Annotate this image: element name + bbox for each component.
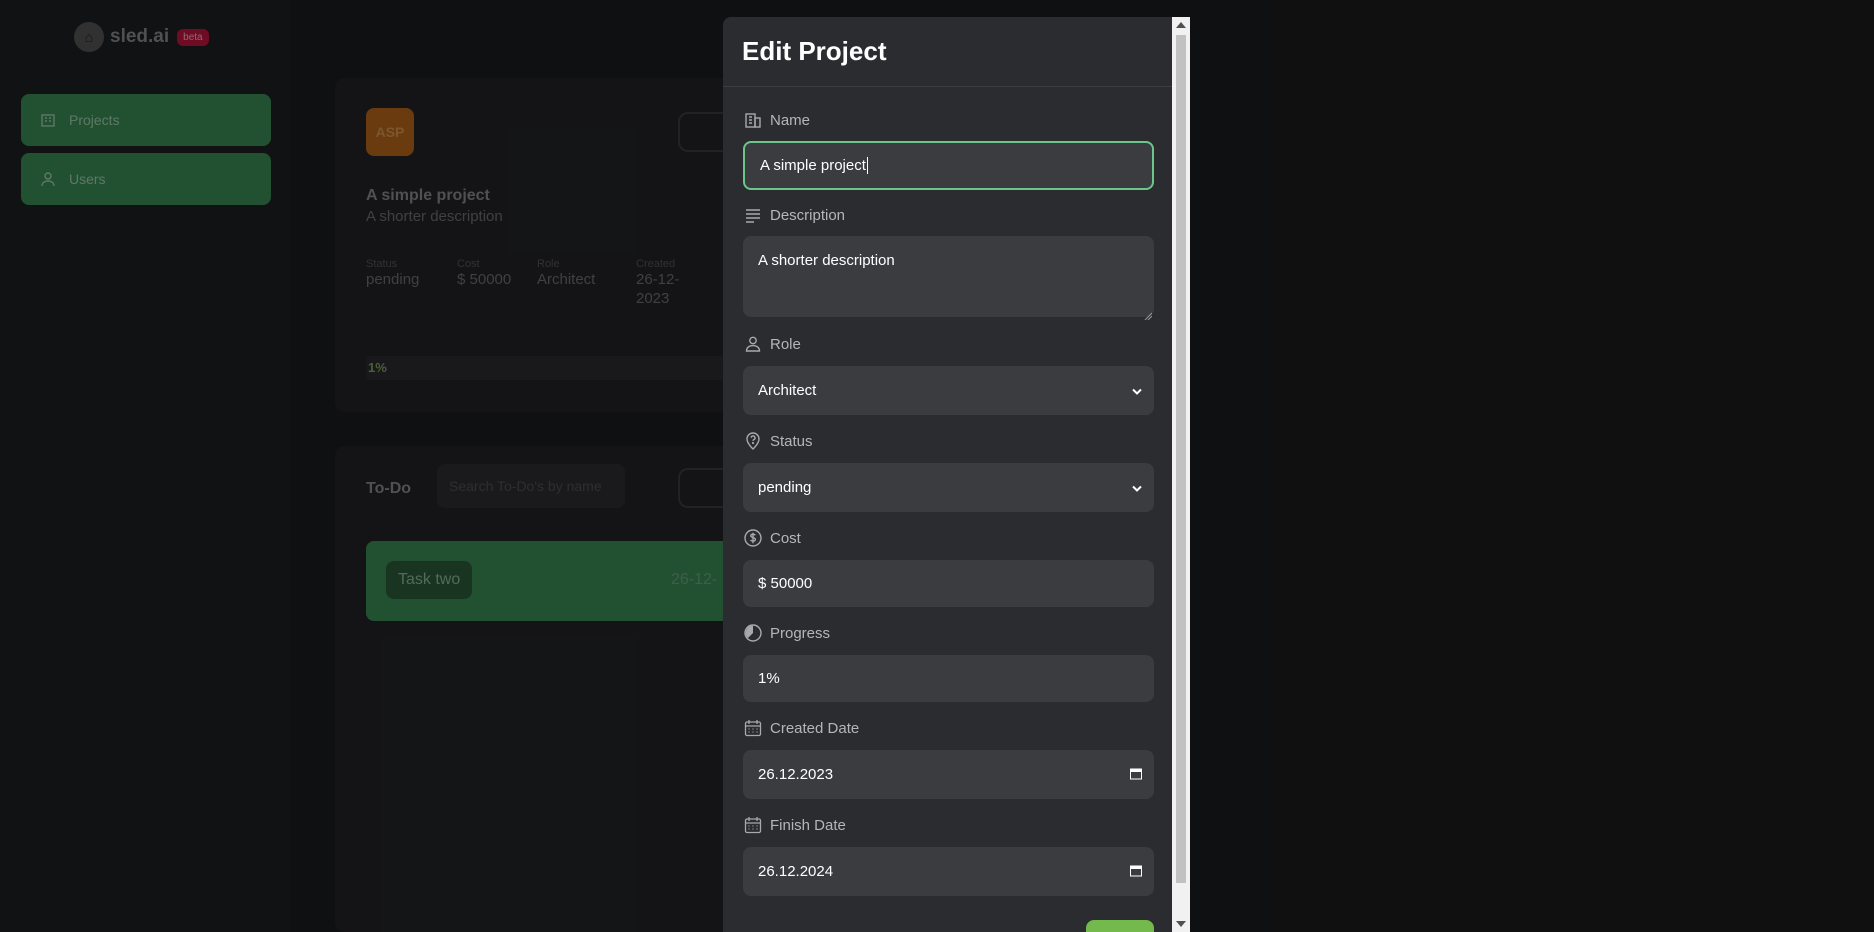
description-label-text: Description bbox=[770, 206, 846, 224]
calendar-icon bbox=[744, 816, 762, 834]
finish-date-input[interactable]: 26.12.2024 bbox=[743, 847, 1154, 896]
role-label: Role bbox=[744, 335, 801, 353]
name-label-text: Name bbox=[770, 111, 811, 129]
progress-label-text: Progress bbox=[770, 624, 831, 642]
progress-label: Progress bbox=[744, 624, 830, 642]
scroll-down-arrow-icon[interactable] bbox=[1176, 921, 1186, 927]
scroll-thumb[interactable] bbox=[1176, 35, 1186, 883]
description-textarea[interactable]: A shorter description bbox=[743, 236, 1154, 321]
cost-label: Cost bbox=[744, 529, 801, 547]
status-label: Status bbox=[744, 432, 813, 450]
description-value: A shorter description bbox=[758, 252, 895, 269]
edit-project-modal: Edit Project Name A simple project Descr… bbox=[723, 17, 1172, 932]
question-pin-icon bbox=[744, 432, 762, 450]
created-date-input[interactable]: 26.12.2023 bbox=[743, 750, 1154, 799]
calendar-icon bbox=[744, 719, 762, 737]
save-button[interactable] bbox=[1086, 920, 1154, 932]
status-select-value: pending bbox=[758, 479, 812, 496]
role-label-text: Role bbox=[770, 335, 801, 353]
role-select-value: Architect bbox=[758, 382, 817, 399]
progress-input[interactable]: 1% bbox=[743, 655, 1154, 702]
chevron-down-icon bbox=[1132, 479, 1142, 496]
calendar-picker-icon[interactable] bbox=[1130, 863, 1142, 880]
status-select[interactable]: pending bbox=[743, 463, 1154, 512]
cost-input[interactable]: $ 50000 bbox=[743, 560, 1154, 607]
text-caret bbox=[866, 157, 868, 174]
created-date-label: Created Date bbox=[744, 719, 859, 737]
role-select[interactable]: Architect bbox=[743, 366, 1154, 415]
name-input-value: A simple project bbox=[760, 157, 866, 174]
status-label-text: Status bbox=[770, 432, 813, 450]
resize-handle-icon[interactable] bbox=[1144, 307, 1153, 321]
created-date-value: 26.12.2023 bbox=[758, 766, 834, 783]
building-icon bbox=[744, 111, 762, 129]
finish-date-label: Finish Date bbox=[744, 816, 846, 834]
cost-label-text: Cost bbox=[770, 529, 801, 547]
modal-scrollbar[interactable] bbox=[1172, 17, 1190, 932]
created-date-label-text: Created Date bbox=[770, 719, 860, 737]
dollar-circle-icon bbox=[744, 529, 762, 547]
modal-title: Edit Project bbox=[742, 36, 887, 66]
chevron-down-icon bbox=[1132, 382, 1142, 399]
text-lines-icon bbox=[744, 206, 762, 224]
pie-chart-icon bbox=[744, 624, 762, 642]
finish-date-value: 26.12.2024 bbox=[758, 863, 834, 880]
name-input[interactable]: A simple project bbox=[743, 141, 1154, 190]
scroll-up-arrow-icon[interactable] bbox=[1176, 22, 1186, 28]
modal-header: Edit Project bbox=[723, 17, 1172, 87]
name-label: Name bbox=[744, 111, 810, 129]
description-label: Description bbox=[744, 206, 845, 224]
calendar-picker-icon[interactable] bbox=[1130, 766, 1142, 783]
progress-input-value: 1% bbox=[758, 670, 780, 687]
cost-input-value: $ 50000 bbox=[758, 575, 813, 592]
finish-date-label-text: Finish Date bbox=[770, 816, 846, 834]
user-icon bbox=[744, 335, 762, 353]
